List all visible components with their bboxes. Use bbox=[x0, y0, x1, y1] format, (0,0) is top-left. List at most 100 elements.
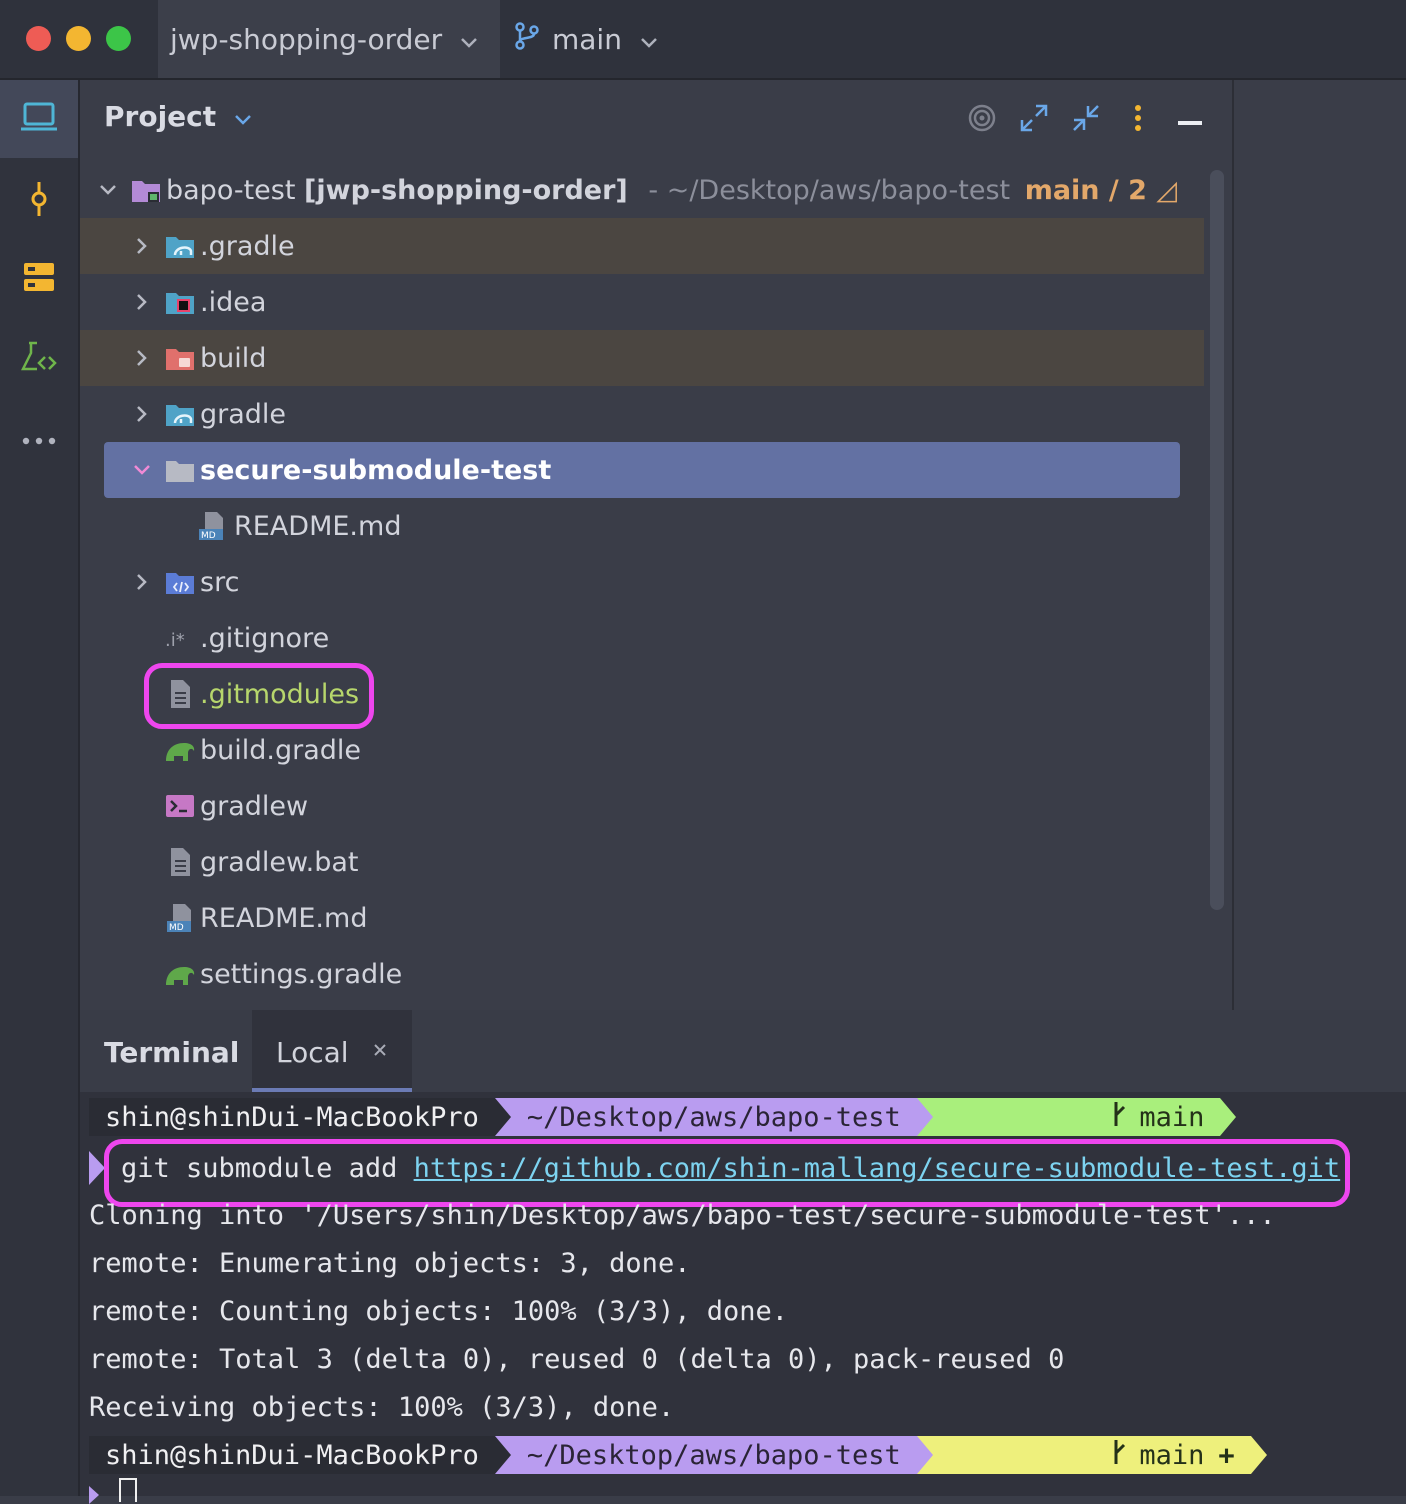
root-git-status: main / 2 ◿ bbox=[1024, 174, 1178, 206]
markdown-file-icon: MD bbox=[196, 510, 228, 542]
svg-text:MD: MD bbox=[169, 923, 184, 933]
gradle-folder-icon bbox=[164, 230, 196, 262]
item-label: .gradle bbox=[200, 230, 295, 262]
tree-item-build-gradle[interactable]: build.gradle bbox=[80, 722, 1204, 778]
tree-item-gradle[interactable]: gradle bbox=[80, 386, 1204, 442]
tree-item-dot-idea[interactable]: .idea bbox=[80, 274, 1204, 330]
item-label: build.gradle bbox=[200, 734, 362, 766]
source-folder-icon bbox=[164, 566, 196, 598]
branch-name: main bbox=[552, 22, 622, 56]
prompt-marker bbox=[89, 1486, 99, 1504]
tree-item-settings-gradle[interactable]: settings.gradle bbox=[80, 946, 1204, 1002]
close-window-button[interactable] bbox=[26, 26, 51, 51]
gradle-elephant-icon bbox=[164, 958, 196, 990]
expand-all-button[interactable] bbox=[1018, 104, 1050, 136]
output-line: remote: Enumerating objects: 3, done. bbox=[89, 1248, 691, 1279]
item-label: README.md bbox=[200, 902, 368, 934]
options-button[interactable] bbox=[1122, 104, 1154, 136]
prompt-branch: main bbox=[1139, 1101, 1205, 1133]
terminal-panel: Terminal Local shin@shinDui-MacBookPro ~… bbox=[80, 1010, 1406, 1504]
prompt-user: shin@shinDui-MacBookPro bbox=[89, 1098, 495, 1136]
project-switcher[interactable]: jwp-shopping-order bbox=[158, 0, 500, 78]
git-branch-icon bbox=[949, 1408, 1128, 1503]
tree-item-src[interactable]: src bbox=[80, 554, 1204, 610]
tree-item-secure-submodule-test[interactable]: secure-submodule-test bbox=[104, 442, 1180, 498]
tree-item-submodule-readme[interactable]: MD README.md bbox=[80, 498, 1204, 554]
tree-item-gradlew[interactable]: gradlew bbox=[80, 778, 1204, 834]
root-module: [jwp-shopping-order] bbox=[304, 174, 628, 206]
chevron-down-icon bbox=[640, 23, 658, 56]
prompt-path: ~/Desktop/aws/bapo-test bbox=[510, 1098, 917, 1136]
item-label: README.md bbox=[234, 510, 402, 542]
markdown-file-icon: MD bbox=[164, 902, 196, 934]
collapse-icon bbox=[1072, 104, 1100, 136]
terminal-tab-local[interactable]: Local bbox=[252, 1010, 412, 1092]
collapse-all-button[interactable] bbox=[1070, 104, 1102, 136]
ignore-file-icon: .i* bbox=[164, 622, 196, 654]
item-label: secure-submodule-test bbox=[200, 454, 552, 486]
tree-item-build[interactable]: build bbox=[80, 330, 1204, 386]
chevron-right-icon[interactable] bbox=[130, 234, 154, 258]
gradle-folder-icon bbox=[164, 398, 196, 430]
prompt-branch: main bbox=[1139, 1439, 1205, 1471]
output-line: remote: Total 3 (delta 0), reused 0 (del… bbox=[89, 1344, 1065, 1375]
target-icon bbox=[967, 103, 997, 137]
prompt-user: shin@shinDui-MacBookPro bbox=[89, 1436, 495, 1474]
idea-folder-icon bbox=[164, 286, 196, 318]
tab-label: Local bbox=[276, 1036, 349, 1069]
prompt-git: main + bbox=[932, 1436, 1251, 1474]
minus-icon bbox=[1178, 111, 1202, 130]
maximize-window-button[interactable] bbox=[106, 26, 131, 51]
database-tool-button[interactable] bbox=[0, 240, 78, 318]
project-name: jwp-shopping-order bbox=[170, 22, 443, 56]
chevron-down-icon[interactable] bbox=[96, 178, 120, 202]
project-panel: Project bapo-test [jwp-shopping-order] -… bbox=[80, 80, 1234, 1010]
shell-prompt: shin@shinDui-MacBookPro ~/Desktop/aws/ba… bbox=[89, 1098, 1237, 1136]
terminal-tabbar: Terminal Local bbox=[80, 1010, 1406, 1092]
hide-panel-button[interactable] bbox=[1174, 104, 1206, 136]
tree-root[interactable]: bapo-test [jwp-shopping-order] - ~/Deskt… bbox=[80, 162, 1204, 218]
chevron-right-icon[interactable] bbox=[130, 290, 154, 314]
flask-code-icon bbox=[20, 341, 57, 377]
branch-switcher[interactable]: main bbox=[514, 0, 658, 78]
svg-text:.i*: .i* bbox=[165, 630, 185, 650]
tree-item-readme[interactable]: MD README.md bbox=[80, 890, 1204, 946]
close-icon[interactable] bbox=[372, 1042, 388, 1062]
locate-file-button[interactable] bbox=[966, 104, 998, 136]
item-label: gradlew bbox=[200, 790, 309, 822]
title-bar: jwp-shopping-order main bbox=[0, 0, 1406, 80]
text-file-icon bbox=[164, 846, 196, 878]
chevron-right-icon[interactable] bbox=[130, 402, 154, 426]
terminal-title: Terminal bbox=[104, 1036, 240, 1069]
activity-bar bbox=[0, 80, 80, 1496]
gradle-elephant-icon bbox=[164, 734, 196, 766]
commit-tool-button[interactable] bbox=[0, 162, 78, 240]
chevron-down-icon bbox=[460, 23, 478, 56]
endpoints-tool-button[interactable] bbox=[0, 320, 78, 398]
chevron-down-icon[interactable] bbox=[130, 458, 154, 482]
expand-icon bbox=[1020, 104, 1048, 136]
item-label: .idea bbox=[200, 286, 267, 318]
laptop-icon bbox=[20, 102, 58, 136]
excluded-folder-icon bbox=[164, 342, 196, 374]
minimize-window-button[interactable] bbox=[66, 26, 91, 51]
output-line: Receiving objects: 100% (3/3), done. bbox=[89, 1392, 675, 1423]
terminal-output[interactable]: shin@shinDui-MacBookPro ~/Desktop/aws/ba… bbox=[80, 1092, 1406, 1504]
project-view-selector[interactable]: Project bbox=[104, 100, 252, 133]
tree-item-dot-gradle[interactable]: .gradle bbox=[80, 218, 1204, 274]
input-line[interactable] bbox=[89, 1478, 137, 1504]
terminal-file-icon bbox=[164, 790, 196, 822]
chevron-right-icon[interactable] bbox=[130, 346, 154, 370]
more-tools-button[interactable] bbox=[0, 400, 78, 478]
tree-item-gradlew-bat[interactable]: gradlew.bat bbox=[80, 834, 1204, 890]
chevron-right-icon[interactable] bbox=[130, 570, 154, 594]
prompt-path: ~/Desktop/aws/bapo-test bbox=[510, 1436, 917, 1474]
module-folder-icon bbox=[130, 174, 162, 206]
item-label: build bbox=[200, 342, 267, 374]
commit-icon bbox=[29, 182, 49, 220]
project-tool-button[interactable] bbox=[0, 80, 78, 158]
right-tool-strip bbox=[1234, 80, 1406, 1010]
tree-scrollbar[interactable] bbox=[1210, 170, 1224, 910]
item-label: gradlew.bat bbox=[200, 846, 359, 878]
tree-item-gitignore[interactable]: .i* .gitignore bbox=[80, 610, 1204, 666]
